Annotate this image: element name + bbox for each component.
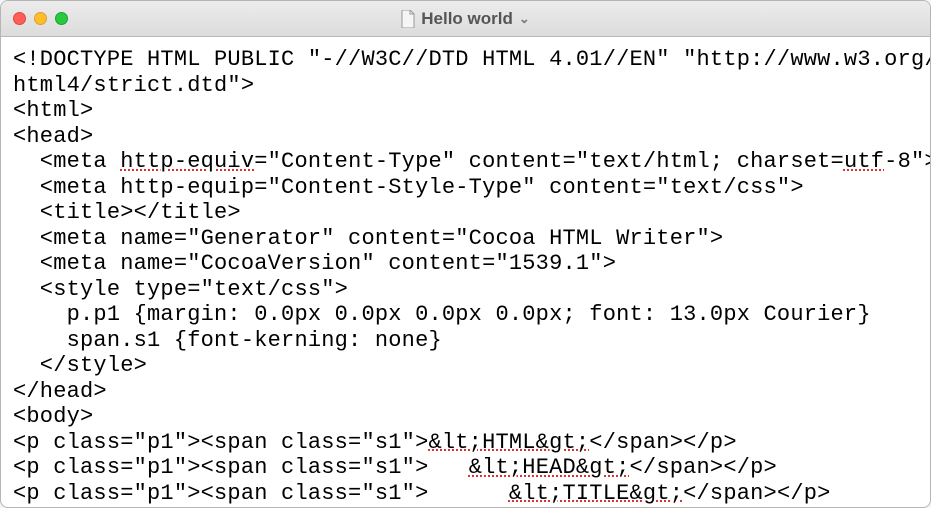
code-line[interactable]: <meta http-equip="Content-Style-Type" co… [13, 175, 918, 201]
app-window: Hello world ⌄ <!DOCTYPE HTML PUBLIC "-//… [0, 0, 931, 508]
code-text: </span></p> [589, 430, 736, 455]
code-text: </head> [13, 379, 107, 404]
code-line[interactable]: span.s1 {font-kerning: none} [13, 328, 918, 354]
code-editor[interactable]: <!DOCTYPE HTML PUBLIC "-//W3C//DTD HTML … [1, 37, 930, 507]
code-line[interactable]: <body> [13, 404, 918, 430]
code-line[interactable]: <p class="p1"><span class="s1"> &lt;TITL… [13, 481, 918, 507]
traffic-lights [13, 12, 68, 25]
code-line[interactable]: <meta http-equiv="Content-Type" content=… [13, 149, 918, 175]
spellcheck-underline: &lt;HTML&gt; [428, 430, 589, 455]
spellcheck-underline: &lt;HEAD&gt; [469, 455, 630, 480]
code-line[interactable]: <p class="p1"><span class="s1"> &lt;HEAD… [13, 455, 918, 481]
spellcheck-underline: utf [844, 149, 884, 174]
code-text: <meta http-equip="Content-Style-Type" co… [13, 175, 804, 200]
code-text: <meta name="CocoaVersion" content="1539.… [13, 251, 616, 276]
code-text: <p class="p1"><span class="s1"> [13, 481, 509, 506]
code-text: <title></title> [13, 200, 241, 225]
code-text: ="Content-Type" content="text/html; char… [254, 149, 844, 174]
titlebar[interactable]: Hello world ⌄ [1, 1, 930, 37]
close-icon[interactable] [13, 12, 26, 25]
code-line[interactable]: <html> [13, 98, 918, 124]
code-line[interactable]: <meta name="Generator" content="Cocoa HT… [13, 226, 918, 252]
code-line[interactable]: html4/strict.dtd"> [13, 73, 918, 99]
code-text: <!DOCTYPE HTML PUBLIC "-//W3C//DTD HTML … [13, 47, 930, 72]
code-text: <html> [13, 98, 93, 123]
code-text: <p class="p1"><span class="s1"> [13, 430, 428, 455]
code-text: </span></p> [630, 455, 777, 480]
spellcheck-underline: http-equiv [120, 149, 254, 174]
window-title: Hello world [421, 9, 513, 29]
code-line[interactable]: <meta name="CocoaVersion" content="1539.… [13, 251, 918, 277]
window-title-group: Hello world ⌄ [1, 1, 930, 36]
code-text: html4/strict.dtd"> [13, 73, 254, 98]
code-line[interactable]: p.p1 {margin: 0.0px 0.0px 0.0px 0.0px; f… [13, 302, 918, 328]
code-line[interactable]: <title></title> [13, 200, 918, 226]
code-text: <p class="p1"><span class="s1"> [13, 455, 469, 480]
code-line[interactable]: <!DOCTYPE HTML PUBLIC "-//W3C//DTD HTML … [13, 47, 918, 73]
code-text: <meta name="Generator" content="Cocoa HT… [13, 226, 723, 251]
code-text: span.s1 {font-kerning: none} [13, 328, 442, 353]
code-text: <style type="text/css"> [13, 277, 348, 302]
code-text: -8"> [884, 149, 930, 174]
code-line[interactable]: <style type="text/css"> [13, 277, 918, 303]
code-text: </span></p> [683, 481, 830, 506]
code-text: </style> [13, 353, 147, 378]
spellcheck-underline: &lt;TITLE&gt; [509, 481, 683, 506]
code-text: p.p1 {margin: 0.0px 0.0px 0.0px 0.0px; f… [13, 302, 871, 327]
minimize-icon[interactable] [34, 12, 47, 25]
chevron-down-icon[interactable]: ⌄ [519, 11, 530, 27]
code-text: <p class="p1"><span class="s1"> Hello wo… [13, 506, 930, 507]
code-line[interactable]: <p class="p1"><span class="s1"> Hello wo… [13, 506, 918, 507]
code-text: <meta [13, 149, 120, 174]
code-text: <body> [13, 404, 93, 429]
code-line[interactable]: <p class="p1"><span class="s1">&lt;HTML&… [13, 430, 918, 456]
document-icon [401, 10, 415, 28]
code-line[interactable]: </style> [13, 353, 918, 379]
zoom-icon[interactable] [55, 12, 68, 25]
code-text: <head> [13, 124, 93, 149]
code-line[interactable]: <head> [13, 124, 918, 150]
code-line[interactable]: </head> [13, 379, 918, 405]
